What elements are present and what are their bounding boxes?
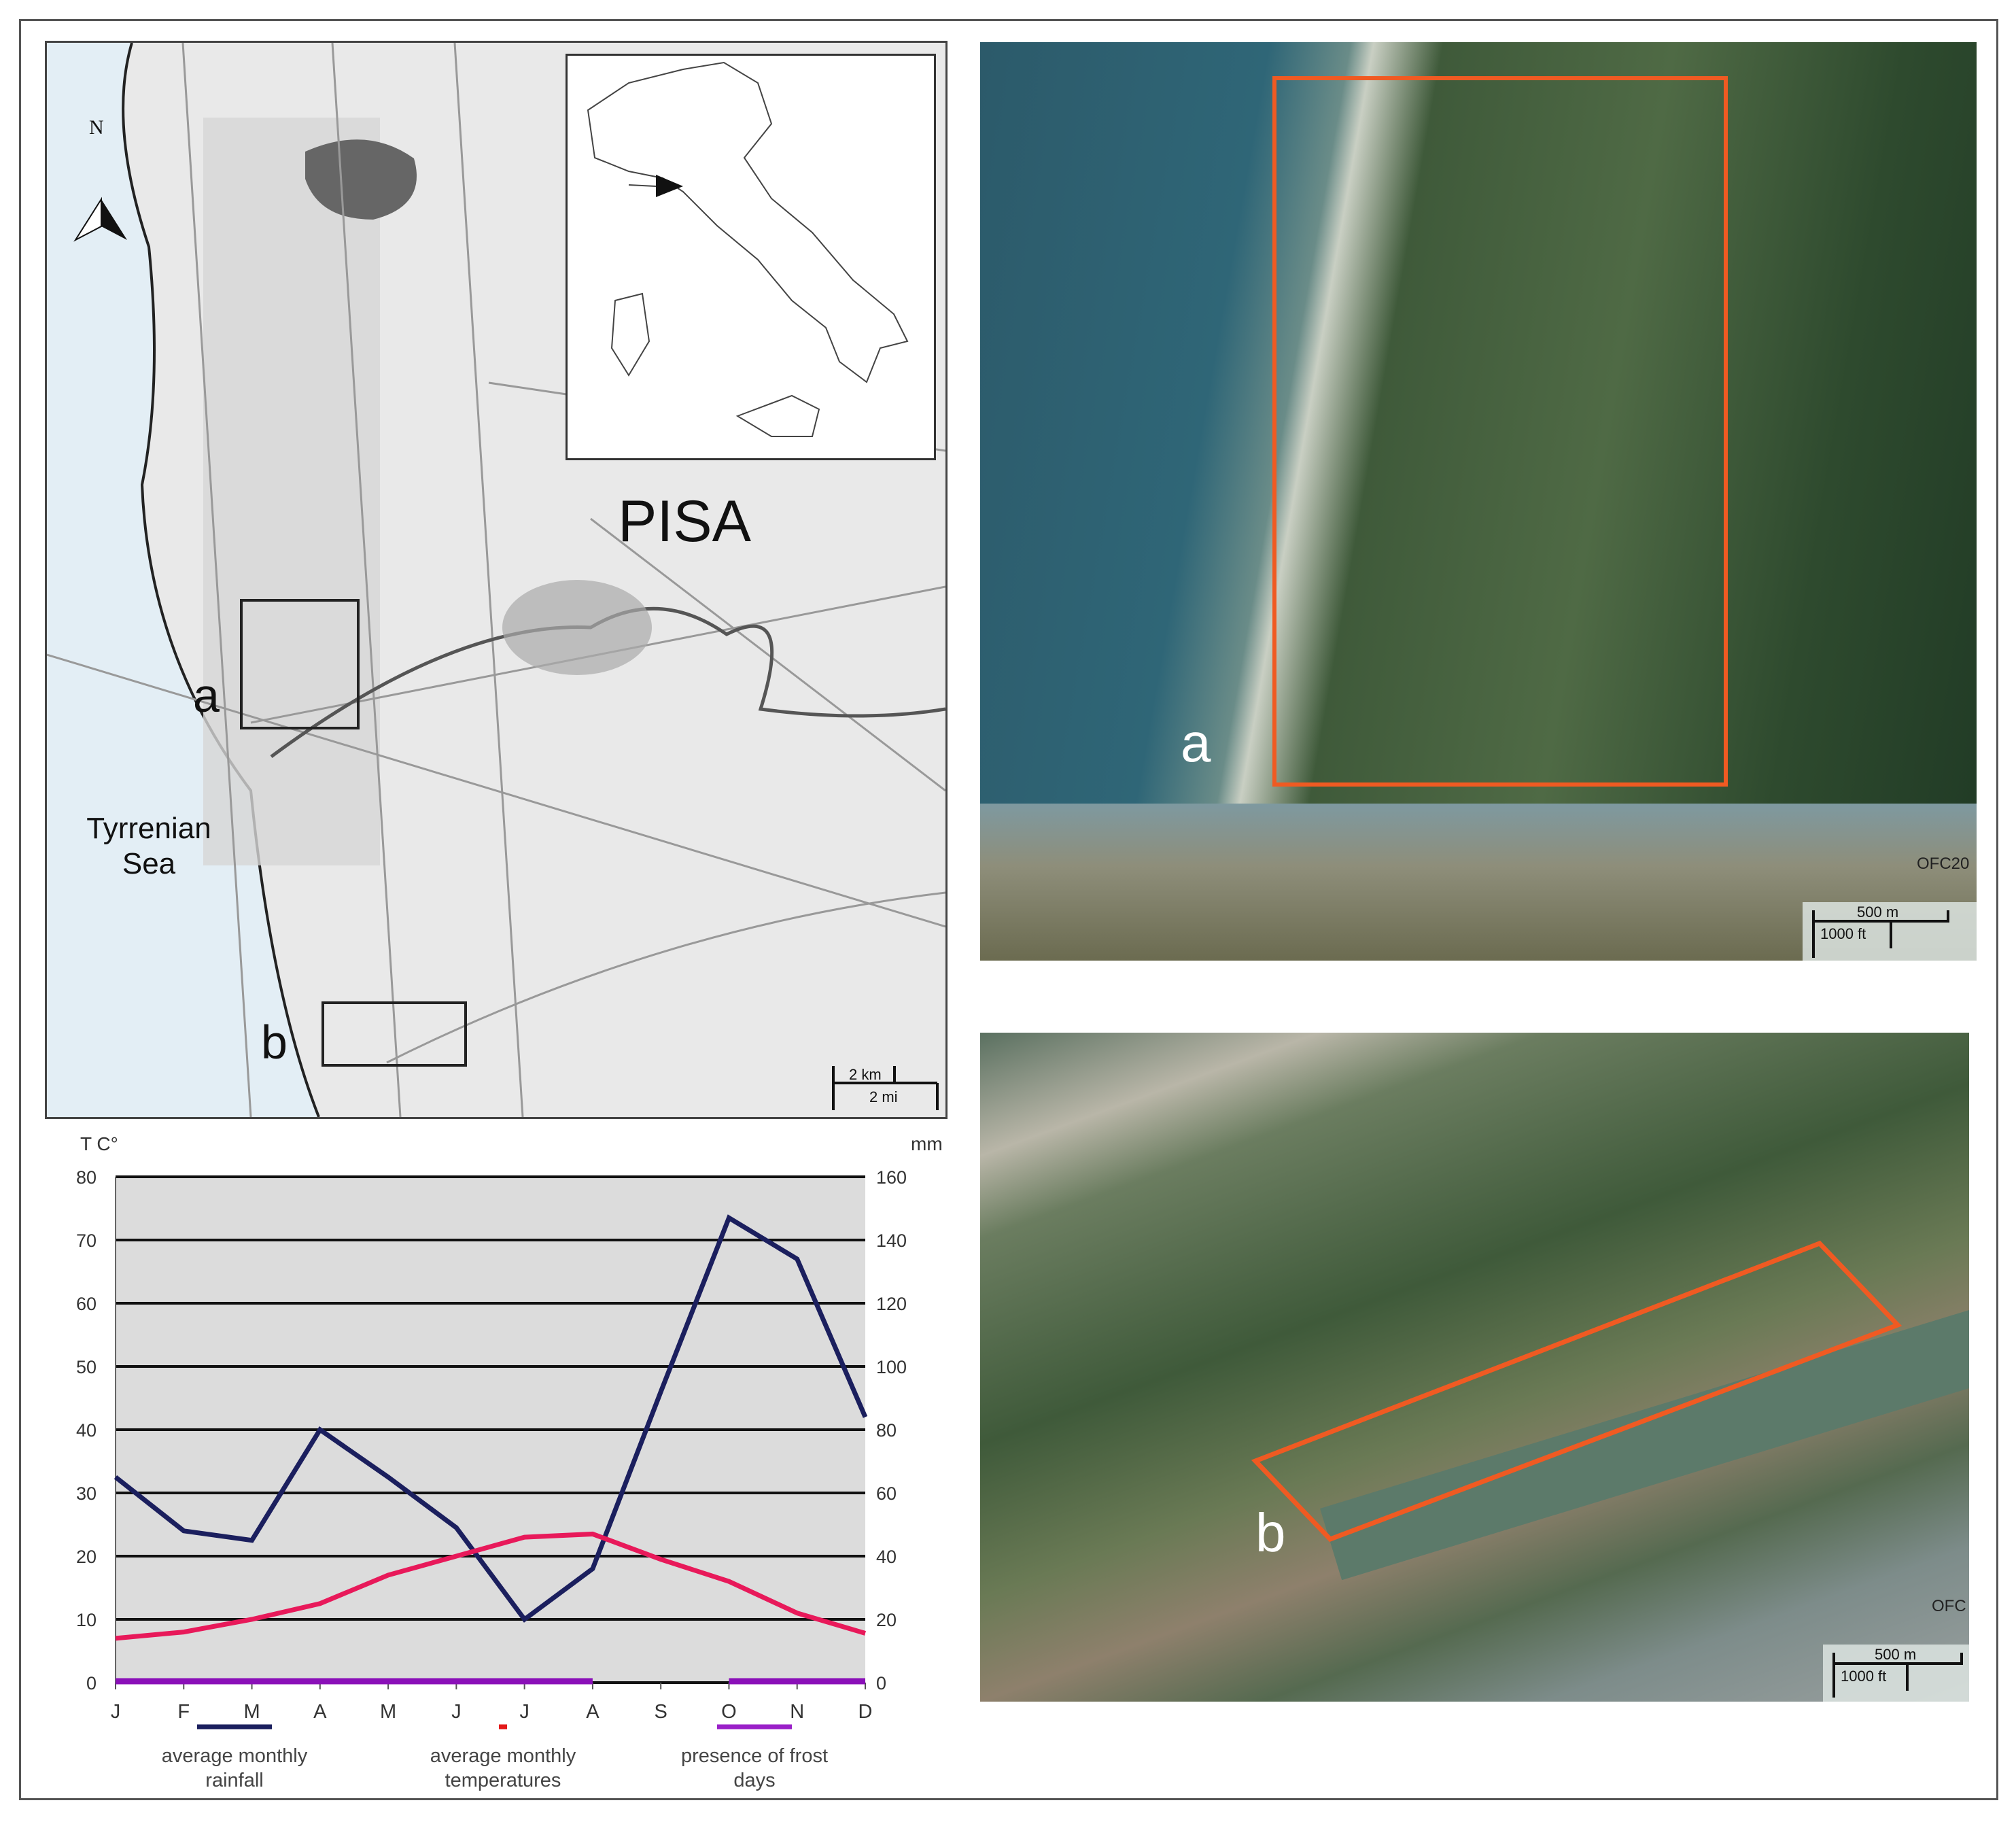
x-tick-label: J (111, 1701, 121, 1723)
left-tick-label: 10 (76, 1610, 97, 1630)
left-tick-label: 0 (86, 1673, 97, 1693)
left-tick-label: 30 (76, 1483, 97, 1504)
left-tick-label: 80 (76, 1167, 97, 1188)
right-axis-label: mm (911, 1133, 943, 1154)
scale-mi: 2 mi (869, 1088, 898, 1105)
site-b-label: b (1255, 1502, 1286, 1563)
legend-label-line1: presence of frost (681, 1745, 828, 1767)
left-axis-label: T C° (80, 1133, 118, 1154)
left-tick-label: 40 (76, 1420, 97, 1441)
x-tick-label: F (177, 1701, 190, 1723)
italy-inset-map (566, 54, 936, 460)
site-b-highlight (1251, 1240, 1902, 1543)
watermark: OFC20 (1917, 855, 1970, 873)
scale-bar: 500 m 1000 ft (1803, 902, 1977, 961)
city-area (502, 580, 652, 675)
scale-m: 500 m (1875, 1646, 1917, 1663)
italy-outline (587, 61, 909, 437)
scale-km: 2 km (849, 1066, 882, 1083)
left-tick-label: 70 (76, 1231, 97, 1251)
scale-ft: 1000 ft (1820, 925, 1866, 942)
scale-bar: 500 m 1000 ft (1823, 1645, 1969, 1702)
scale-ft: 1000 ft (1841, 1668, 1887, 1685)
site-a-highlight (1272, 76, 1728, 787)
satellite-image-a: a OFC20 500 m 1000 ft (980, 42, 1977, 961)
left-tick-label: 50 (76, 1357, 97, 1377)
x-tick-label: M (380, 1701, 396, 1723)
right-tick-label: 0 (876, 1673, 886, 1693)
sea-label-line1: Tyrrenian (86, 812, 211, 845)
x-tick-label: A (586, 1701, 599, 1723)
legend-label-line1: average monthly (430, 1745, 576, 1767)
right-tick-label: 140 (876, 1231, 907, 1251)
climate-chart: 0 0 10 20 20 40 30 60 40 80 50 100 60 120 70 140 80 160 J F… (76, 1133, 943, 1791)
north-label: N (89, 116, 104, 139)
legend-label-line2: temperatures (445, 1770, 561, 1791)
x-tick-label: A (313, 1701, 327, 1723)
city-label: PISA (618, 489, 751, 554)
right-tick-label: 80 (876, 1420, 897, 1441)
sea-label-line2: Sea (122, 847, 176, 880)
site-a-label: a (193, 669, 220, 722)
watermark: OFC (1932, 1597, 1966, 1615)
location-arrow-icon (656, 175, 683, 197)
site-b-label: b (261, 1016, 288, 1069)
right-tick-label: 120 (876, 1294, 907, 1314)
left-tick-label: 60 (76, 1294, 97, 1314)
right-tick-label: 40 (876, 1547, 897, 1567)
left-tick-label: 20 (76, 1547, 97, 1567)
site-a-label: a (1181, 712, 1211, 773)
x-tick-label: D (858, 1701, 873, 1723)
scale-m: 500 m (1857, 904, 1899, 920)
legend-label-line2: rainfall (205, 1770, 263, 1791)
legend-label-line1: average monthly (162, 1745, 308, 1767)
right-tick-label: 160 (876, 1167, 907, 1188)
satellite-image-b: b OFC 500 m 1000 ft (980, 1033, 1969, 1702)
right-tick-label: 100 (876, 1357, 907, 1377)
right-tick-label: 20 (876, 1610, 897, 1630)
right-tick-label: 60 (876, 1483, 897, 1504)
x-tick-label: S (655, 1701, 667, 1723)
x-tick-label: J (519, 1701, 529, 1723)
x-tick-label: M (243, 1701, 260, 1723)
x-tick-label: J (451, 1701, 462, 1723)
legend-label-line2: days (733, 1770, 775, 1791)
sea-label: Tyrrenian Sea (81, 811, 217, 882)
x-tick-label: N (790, 1701, 804, 1723)
x-tick-label: O (721, 1701, 737, 1723)
